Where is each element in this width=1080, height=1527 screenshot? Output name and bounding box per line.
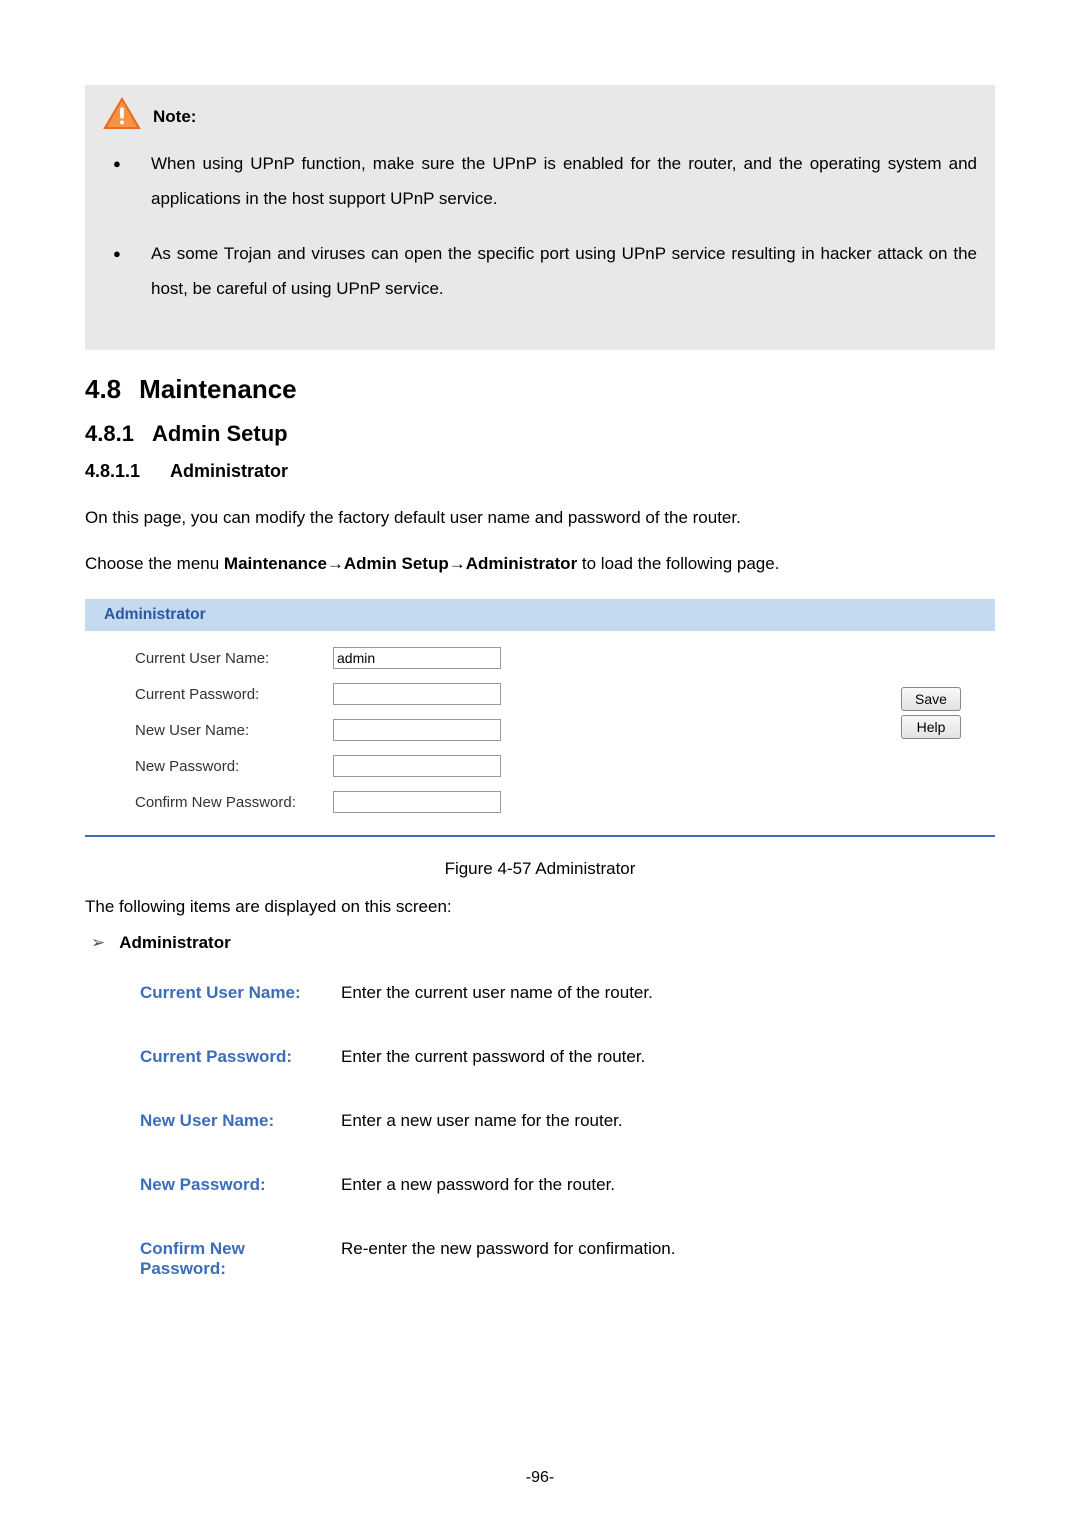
- paragraph-menu-path: Choose the menu Maintenance→Admin Setup→…: [85, 548, 995, 579]
- menu-path-suf: to load the following page.: [577, 554, 779, 573]
- section-heading-maintenance: 4.8 Maintenance: [85, 374, 995, 405]
- menu-path-pre: Choose the menu: [85, 554, 224, 573]
- panel-body: Current User Name: Current Password: New…: [85, 631, 995, 835]
- def-desc-current-password: Enter the current password of the router…: [341, 1047, 995, 1067]
- form-grid: Current User Name: Current Password: New…: [135, 647, 503, 813]
- menu-path-bold: Maintenance→Admin Setup→Administrator: [224, 554, 577, 573]
- new-password-label: New Password:: [135, 758, 333, 775]
- h2-number: 4.8.1: [85, 421, 134, 447]
- current-password-label: Current Password:: [135, 686, 333, 703]
- h1-text: Maintenance: [139, 374, 297, 404]
- confirm-new-password-input[interactable]: [333, 791, 501, 813]
- save-button[interactable]: Save: [901, 687, 961, 711]
- note-item-2: As some Trojan and viruses can open the …: [113, 237, 977, 307]
- panel-title: Administrator: [85, 599, 995, 631]
- def-desc-new-user-name: Enter a new user name for the router.: [341, 1111, 995, 1131]
- triangle-bullet-icon: ➢: [91, 933, 105, 953]
- h2-text: Admin Setup: [152, 421, 288, 446]
- current-user-name-label: Current User Name:: [135, 650, 333, 667]
- def-label-new-password: New Password:: [140, 1175, 335, 1195]
- definition-table: Current User Name: Enter the current use…: [140, 983, 995, 1279]
- def-desc-new-password: Enter a new password for the router.: [341, 1175, 995, 1195]
- h3-number: 4.8.1.1: [85, 461, 140, 482]
- def-label-current-password: Current Password:: [140, 1047, 335, 1067]
- warning-icon: [103, 97, 141, 129]
- note-item-1: When using UPnP function, make sure the …: [113, 147, 977, 217]
- sublist-heading: ➢ Administrator: [85, 933, 995, 953]
- confirm-new-password-label: Confirm New Password:: [135, 794, 333, 811]
- h1-number: 4.8: [85, 374, 121, 405]
- new-password-input[interactable]: [333, 755, 501, 777]
- note-list: When using UPnP function, make sure the …: [103, 147, 977, 306]
- administrator-panel: Administrator Current User Name: Current…: [85, 599, 995, 837]
- def-label-confirm-new-password: Confirm New Password:: [140, 1239, 335, 1279]
- h3-text: Administrator: [170, 461, 288, 481]
- subsubsection-heading-administrator: 4.8.1.1 Administrator: [85, 461, 995, 482]
- note-label: Note:: [153, 107, 196, 127]
- action-buttons: Save Help: [901, 687, 961, 739]
- help-button[interactable]: Help: [901, 715, 961, 739]
- def-label-current-user-name: Current User Name:: [140, 983, 335, 1003]
- paragraph-description: On this page, you can modify the factory…: [85, 502, 995, 533]
- items-intro: The following items are displayed on thi…: [85, 897, 995, 917]
- note-header: Note:: [103, 97, 977, 129]
- subsection-heading-admin-setup: 4.8.1 Admin Setup: [85, 421, 995, 447]
- figure-caption: Figure 4-57 Administrator: [85, 859, 995, 879]
- current-user-name-input[interactable]: [333, 647, 501, 669]
- sub-heading-text: Administrator: [119, 933, 230, 953]
- page-number: -96-: [0, 1469, 1080, 1487]
- new-user-name-label: New User Name:: [135, 722, 333, 739]
- def-desc-confirm-new-password: Re-enter the new password for confirmati…: [341, 1239, 995, 1279]
- def-label-new-user-name: New User Name:: [140, 1111, 335, 1131]
- def-desc-current-user-name: Enter the current user name of the route…: [341, 983, 995, 1003]
- current-password-input[interactable]: [333, 683, 501, 705]
- new-user-name-input[interactable]: [333, 719, 501, 741]
- note-box: Note: When using UPnP function, make sur…: [85, 85, 995, 350]
